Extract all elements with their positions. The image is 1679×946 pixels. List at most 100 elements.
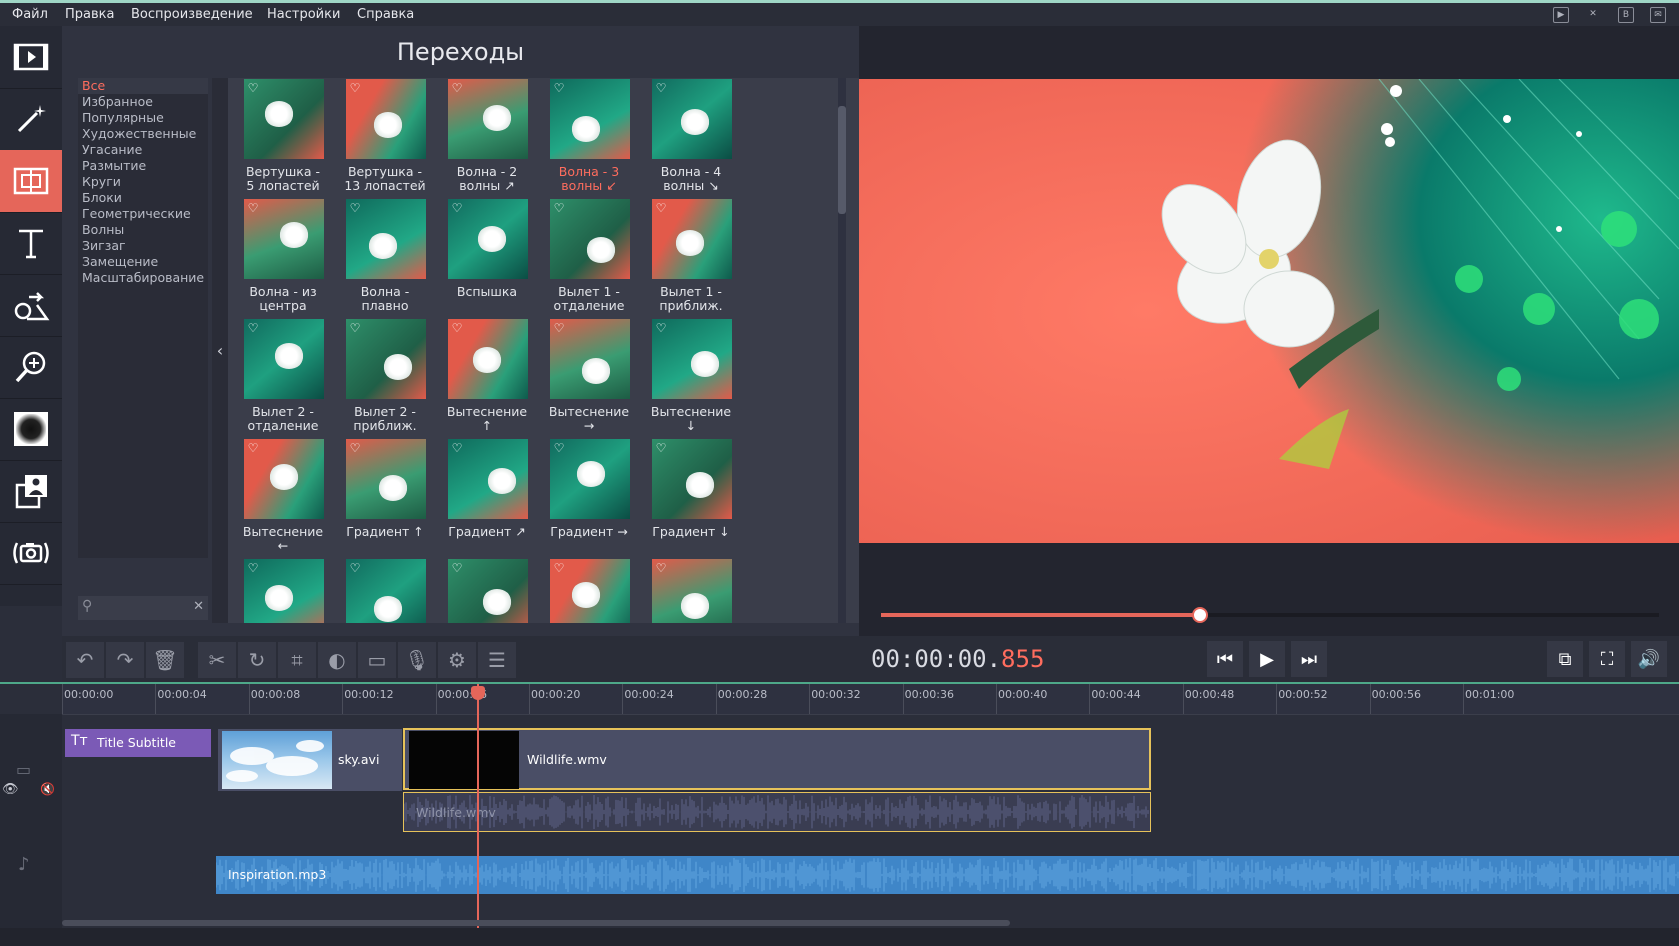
favorite-heart-icon[interactable]: ♡ bbox=[654, 561, 668, 575]
transition-thumbnail[interactable]: ♡ bbox=[550, 559, 630, 623]
favorite-heart-icon[interactable]: ♡ bbox=[552, 201, 566, 215]
transition-thumbnail[interactable]: ♡ bbox=[550, 199, 630, 279]
clear-search-icon[interactable]: ✕ bbox=[193, 599, 204, 614]
category-item[interactable]: Масштабирование bbox=[78, 270, 208, 286]
favorite-heart-icon[interactable]: ♡ bbox=[246, 561, 260, 575]
category-item[interactable]: Избранное bbox=[78, 94, 208, 110]
eye-icon[interactable]: 👁 bbox=[2, 782, 19, 797]
transition-tile[interactable]: ♡ Градиент ↗ bbox=[432, 412, 542, 540]
undo-button[interactable]: ↶ bbox=[66, 642, 104, 678]
transition-thumbnail[interactable]: ♡ bbox=[448, 79, 528, 159]
favorite-heart-icon[interactable]: ♡ bbox=[246, 81, 260, 95]
transition-thumbnail[interactable]: ♡ bbox=[346, 199, 426, 279]
transition-tile[interactable]: ♡ Волна - из центра bbox=[228, 172, 338, 313]
transition-thumbnail[interactable]: ♡ bbox=[652, 439, 732, 519]
next-frame-button[interactable]: ⏭ bbox=[1291, 641, 1327, 677]
favorite-heart-icon[interactable]: ♡ bbox=[450, 321, 464, 335]
transition-tile[interactable]: ♡ bbox=[636, 532, 746, 623]
category-item[interactable]: Блоки bbox=[78, 190, 208, 206]
transition-thumbnail[interactable]: ♡ bbox=[244, 559, 324, 623]
transition-tile[interactable]: ♡ Градиент → bbox=[534, 412, 644, 540]
favorite-heart-icon[interactable]: ♡ bbox=[246, 321, 260, 335]
favorite-heart-icon[interactable]: ♡ bbox=[450, 201, 464, 215]
filters-tool[interactable] bbox=[0, 88, 62, 151]
transition-tile[interactable]: ♡ bbox=[330, 532, 440, 623]
category-item[interactable]: Волны bbox=[78, 222, 208, 238]
transition-thumbnail[interactable]: ♡ bbox=[652, 79, 732, 159]
transition-thumbnail[interactable]: ♡ bbox=[652, 199, 732, 279]
category-search-input[interactable]: ⚲ ✕ bbox=[78, 596, 208, 620]
menu-settings[interactable]: Настройки bbox=[267, 7, 340, 22]
category-item[interactable]: Художественные bbox=[78, 126, 208, 142]
split-button[interactable]: ✂ bbox=[198, 642, 236, 678]
title-clip[interactable]: Tт Title Subtitle bbox=[65, 729, 211, 757]
transition-tile[interactable]: ♡ bbox=[432, 532, 542, 623]
timeline-scrollbar[interactable] bbox=[62, 920, 1010, 926]
transition-tile[interactable]: ♡ Вытеснение → bbox=[534, 292, 644, 433]
rotate-button[interactable]: ↻ bbox=[238, 642, 276, 678]
transition-tile[interactable]: ♡ Волна - 2 волны ↗ bbox=[432, 78, 542, 193]
transition-tile[interactable]: ♡ Вспышка bbox=[432, 172, 542, 300]
favorite-heart-icon[interactable]: ♡ bbox=[654, 441, 668, 455]
favorite-heart-icon[interactable]: ♡ bbox=[552, 441, 566, 455]
favorite-heart-icon[interactable]: ♡ bbox=[348, 441, 362, 455]
stickers-tool[interactable] bbox=[0, 274, 62, 337]
transition-tile[interactable]: ♡ Вытеснение ↓ bbox=[636, 292, 746, 433]
capture-tool[interactable] bbox=[0, 522, 62, 585]
seek-handle[interactable] bbox=[1191, 607, 1208, 623]
category-item[interactable]: Все bbox=[78, 78, 208, 94]
category-item[interactable]: Круги bbox=[78, 174, 208, 190]
transition-tile[interactable]: ♡ Вылет 2 - отдаление bbox=[228, 292, 338, 433]
collapse-categories-button[interactable]: ‹ bbox=[212, 78, 228, 623]
transition-thumbnail[interactable]: ♡ bbox=[346, 559, 426, 623]
seek-bar[interactable] bbox=[881, 607, 1659, 623]
category-item[interactable]: Размытие bbox=[78, 158, 208, 174]
video-clip-sky[interactable]: sky.avi bbox=[218, 729, 402, 791]
zoom-tool[interactable] bbox=[0, 336, 62, 399]
transition-thumbnail[interactable]: ♡ bbox=[448, 319, 528, 399]
time-ruler[interactable]: 00:00:00 00:00:04 00:00:08 00:00:12 00:00:16… bbox=[62, 684, 1679, 715]
favorite-heart-icon[interactable]: ♡ bbox=[654, 81, 668, 95]
transition-thumbnail[interactable]: ♡ bbox=[448, 199, 528, 279]
playhead[interactable] bbox=[471, 684, 485, 946]
image-button[interactable]: ▭ bbox=[358, 642, 396, 678]
color-adjust-button[interactable]: ◐ bbox=[318, 642, 356, 678]
previous-frame-button[interactable]: ⏮ bbox=[1207, 641, 1243, 677]
transition-thumbnail[interactable]: ♡ bbox=[550, 79, 630, 159]
audio-equalizer-button[interactable]: ☰ bbox=[478, 642, 516, 678]
favorite-heart-icon[interactable]: ♡ bbox=[348, 201, 362, 215]
transition-tile[interactable]: ♡ Вертушка -5 лопастей bbox=[228, 78, 338, 193]
record-voice-button[interactable]: 🎙 bbox=[398, 642, 436, 678]
play-button[interactable]: ▶ bbox=[1249, 641, 1285, 677]
menu-edit[interactable]: Правка bbox=[65, 7, 114, 22]
b-icon[interactable]: B bbox=[1618, 7, 1634, 23]
import-media-tool[interactable] bbox=[0, 26, 62, 89]
transition-thumbnail[interactable]: ♡ bbox=[244, 319, 324, 399]
favorite-heart-icon[interactable]: ♡ bbox=[552, 561, 566, 575]
transition-thumbnail[interactable]: ♡ bbox=[448, 559, 528, 623]
delete-button[interactable]: 🗑 bbox=[146, 642, 184, 678]
fullscreen-button[interactable]: ⛶ bbox=[1589, 641, 1625, 677]
favorite-heart-icon[interactable]: ♡ bbox=[552, 321, 566, 335]
transition-tile[interactable]: ♡ bbox=[534, 532, 644, 623]
favorite-heart-icon[interactable]: ♡ bbox=[348, 81, 362, 95]
playhead-handle[interactable] bbox=[471, 686, 485, 700]
transition-tile[interactable]: ♡ Вертушка -13 лопастей bbox=[330, 78, 440, 193]
transition-thumbnail[interactable]: ♡ bbox=[244, 199, 324, 279]
menu-playback[interactable]: Воспроизведение bbox=[131, 7, 253, 22]
transition-tile[interactable]: ♡ Волна - 4 волны ↘ bbox=[636, 78, 746, 193]
transition-tile[interactable]: ♡ Вылет 2 - приближ. bbox=[330, 292, 440, 433]
crop-button[interactable]: ⌗ bbox=[278, 642, 316, 678]
transition-thumbnail[interactable]: ♡ bbox=[346, 319, 426, 399]
favorite-heart-icon[interactable]: ♡ bbox=[348, 321, 362, 335]
mute-icon[interactable]: 🔇 bbox=[40, 782, 55, 796]
transition-tile[interactable]: ♡ bbox=[228, 532, 338, 623]
transition-thumbnail[interactable]: ♡ bbox=[448, 439, 528, 519]
favorite-heart-icon[interactable]: ♡ bbox=[450, 441, 464, 455]
transition-thumbnail[interactable]: ♡ bbox=[346, 79, 426, 159]
favorite-heart-icon[interactable]: ♡ bbox=[654, 321, 668, 335]
video-clip-wildlife[interactable]: Wildlife.wmv bbox=[403, 728, 1151, 790]
favorite-heart-icon[interactable]: ♡ bbox=[552, 81, 566, 95]
favorite-heart-icon[interactable]: ♡ bbox=[654, 201, 668, 215]
transition-thumbnail[interactable]: ♡ bbox=[652, 559, 732, 623]
